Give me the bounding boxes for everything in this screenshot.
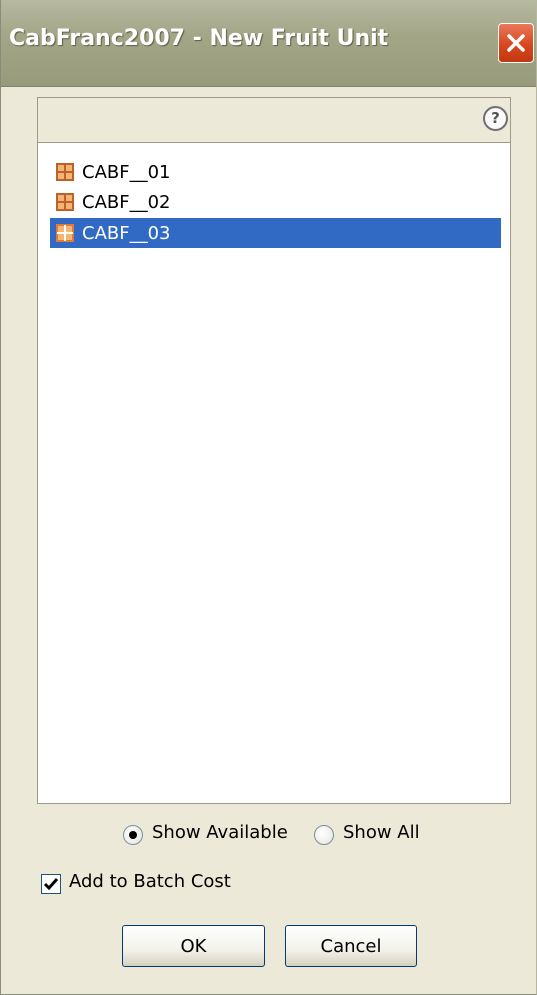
list-item-label: CABF__02: [82, 191, 171, 213]
show-available-radio[interactable]: [123, 825, 143, 845]
cancel-button[interactable]: Cancel: [285, 925, 417, 967]
add-to-batch-cost-label[interactable]: Add to Batch Cost: [69, 871, 231, 892]
list-item[interactable]: CABF__02: [50, 187, 501, 217]
grid-unit-icon: [56, 224, 74, 242]
close-button[interactable]: [498, 23, 534, 63]
list-item-selected[interactable]: CABF__03: [50, 218, 501, 248]
help-icon[interactable]: ?: [483, 106, 508, 131]
checkmark-icon: [43, 878, 59, 891]
list-item-label: CABF__03: [82, 222, 171, 244]
close-icon: [507, 34, 525, 52]
ok-button[interactable]: OK: [122, 925, 265, 967]
window-title: CabFranc2007 - New Fruit Unit: [9, 26, 389, 51]
help-toolbar: ?: [37, 97, 511, 143]
add-to-batch-cost-checkbox[interactable]: [41, 874, 61, 894]
fruit-unit-list[interactable]: CABF__01 CABF__02 CABF__03: [37, 143, 511, 804]
show-available-label[interactable]: Show Available: [152, 822, 288, 843]
grid-unit-icon: [56, 163, 74, 181]
filter-radio-group: Show Available Show All: [1, 820, 536, 850]
list-item-label: CABF__01: [82, 161, 171, 183]
radio-selected-dot: [129, 831, 137, 839]
show-all-radio[interactable]: [314, 825, 334, 845]
title-bar[interactable]: CabFranc2007 - New Fruit Unit: [1, 0, 536, 87]
show-all-label[interactable]: Show All: [343, 822, 420, 843]
grid-unit-icon: [56, 193, 74, 211]
dialog-window: CabFranc2007 - New Fruit Unit ? CABF__01: [0, 0, 537, 995]
list-item[interactable]: CABF__01: [50, 157, 501, 187]
